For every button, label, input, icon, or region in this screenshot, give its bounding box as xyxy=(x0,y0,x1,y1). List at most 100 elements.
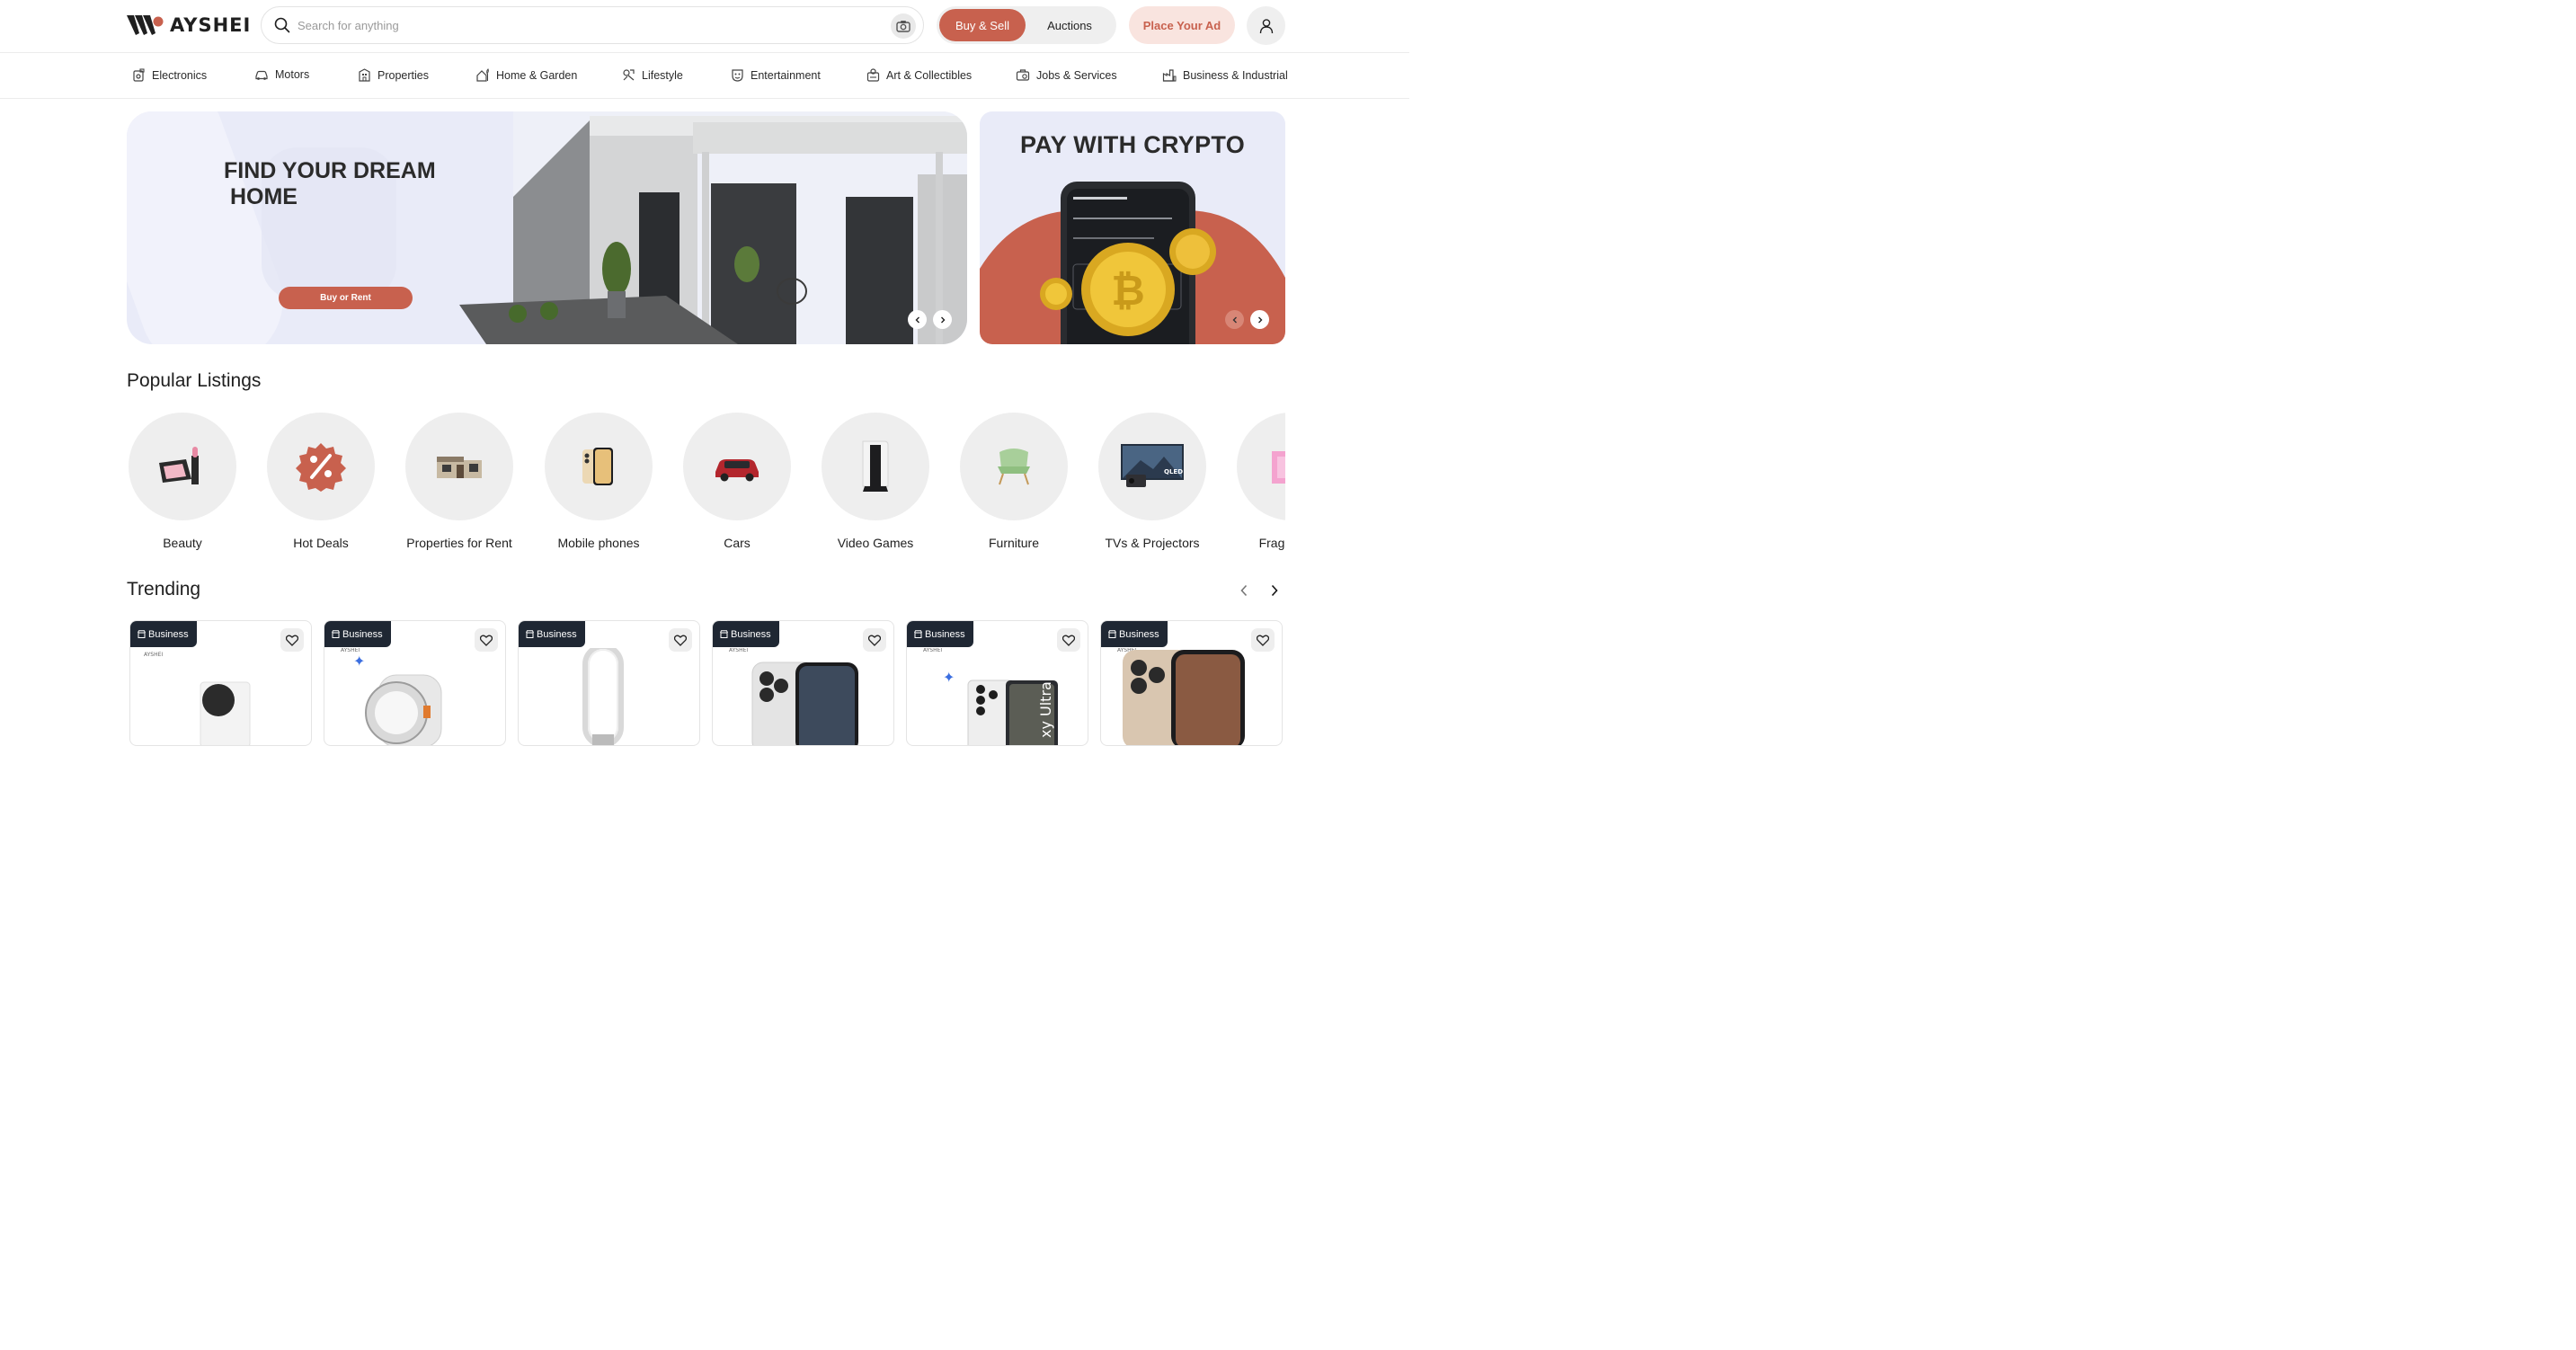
svg-text:QLED: QLED xyxy=(1164,468,1183,475)
trending-title: Trending xyxy=(127,579,201,600)
trending-card[interactable]: AYSHEI Business xyxy=(129,620,312,746)
art-icon xyxy=(866,68,880,82)
listing-image xyxy=(822,413,929,520)
heart-icon xyxy=(1257,635,1269,646)
business-icon xyxy=(1162,69,1177,82)
listing-beauty[interactable]: Beauty xyxy=(127,413,238,550)
heart-icon xyxy=(868,635,881,646)
profile-button[interactable] xyxy=(1247,6,1285,45)
hero-next-button[interactable] xyxy=(933,310,952,329)
badge-label: Business xyxy=(925,628,965,640)
chevron-left-icon xyxy=(1232,316,1237,323)
listing-label: Video Games xyxy=(837,536,914,550)
buy-or-rent-button[interactable]: Buy or Rent xyxy=(279,287,413,309)
favorite-button[interactable] xyxy=(475,628,498,652)
crypto-prev-button[interactable] xyxy=(1225,310,1244,329)
listing-image xyxy=(545,413,653,520)
user-icon xyxy=(1259,18,1273,33)
phone-icon xyxy=(582,448,613,485)
trending-next-button[interactable] xyxy=(1266,582,1284,600)
category-entertainment[interactable]: Entertainment xyxy=(731,68,821,82)
listing-image xyxy=(1237,413,1285,520)
badge-label: Business xyxy=(342,628,383,640)
business-badge: Business xyxy=(907,621,973,647)
trending-card[interactable]: AYSHEI ✦ xy Ultra Business xyxy=(906,620,1088,746)
chevron-left-icon xyxy=(1240,584,1248,597)
category-jobs-services[interactable]: Jobs & Services xyxy=(1016,68,1117,82)
favorite-button[interactable] xyxy=(280,628,304,652)
listing-fragrances[interactable]: Fragrances xyxy=(1235,413,1285,550)
crypto-next-button[interactable] xyxy=(1250,310,1269,329)
category-art-collectibles[interactable]: Art & Collectibles xyxy=(866,68,972,82)
listing-cars[interactable]: Cars xyxy=(681,413,793,550)
category-home-garden[interactable]: Home & Garden xyxy=(476,68,577,82)
category-properties[interactable]: Properties xyxy=(358,68,429,82)
search-input[interactable] xyxy=(298,18,923,32)
heart-icon xyxy=(1062,635,1075,646)
listing-hot-deals[interactable]: Hot Deals xyxy=(265,413,377,550)
business-badge: Business xyxy=(519,621,585,647)
trending-card[interactable]: Business xyxy=(518,620,700,746)
store-icon xyxy=(914,630,922,638)
console-icon xyxy=(862,440,889,492)
listing-image xyxy=(683,413,791,520)
product-image: AYSHEI xyxy=(1117,648,1245,745)
favorite-button[interactable] xyxy=(863,628,886,652)
category-motors[interactable]: Motors xyxy=(254,68,309,81)
listing-image xyxy=(129,413,236,520)
svg-text:AYSHEI: AYSHEI xyxy=(923,648,942,653)
camera-icon xyxy=(896,21,910,32)
store-icon xyxy=(332,630,340,638)
category-label: Business & Industrial xyxy=(1183,68,1288,82)
place-ad-button[interactable]: Place Your Ad xyxy=(1129,6,1235,44)
trending-card[interactable]: AYSHEI Business xyxy=(1100,620,1283,746)
category-label: Properties xyxy=(378,68,429,82)
product-image: AYSHEI ✦ xyxy=(341,648,442,745)
image-search-button[interactable] xyxy=(891,13,916,39)
chevron-right-icon xyxy=(940,316,945,323)
badge-label: Business xyxy=(148,628,189,640)
category-business-industrial[interactable]: Business & Industrial xyxy=(1162,68,1288,82)
listing-properties-for-rent[interactable]: Properties for Rent xyxy=(404,413,515,550)
listing-mobile-phones[interactable]: Mobile phones xyxy=(543,413,654,550)
hero-prev-button[interactable] xyxy=(908,310,927,329)
hero-banner[interactable]: FIND YOUR DREAM HOME Buy or Rent xyxy=(127,111,967,344)
category-label: Art & Collectibles xyxy=(886,68,973,82)
category-label: Home & Garden xyxy=(496,68,578,82)
auctions-tab[interactable]: Auctions xyxy=(1026,9,1114,41)
favorite-button[interactable] xyxy=(1057,628,1080,652)
hero-title: FIND YOUR DREAM HOME xyxy=(224,158,436,209)
store-icon xyxy=(138,630,146,638)
category-label: Jobs & Services xyxy=(1036,68,1117,82)
category-label: Entertainment xyxy=(751,68,821,82)
buy-sell-tab[interactable]: Buy & Sell xyxy=(939,9,1026,41)
store-icon xyxy=(1108,630,1116,638)
listing-tvs-projectors[interactable]: QLED TVs & Projectors xyxy=(1097,413,1208,550)
category-label: Electronics xyxy=(152,68,208,82)
trending-prev-button[interactable] xyxy=(1235,582,1253,600)
listing-label: Beauty xyxy=(163,536,202,550)
product-image: AYSHEI ✦ xy Ultra xyxy=(923,648,1058,745)
category-electronics[interactable]: Electronics xyxy=(132,68,207,82)
business-badge: Business xyxy=(130,621,197,647)
badge-label: Business xyxy=(1119,628,1159,640)
search-icon xyxy=(274,17,290,33)
trending-card[interactable]: AYSHEI ✦ Business xyxy=(324,620,506,746)
search-bar[interactable] xyxy=(261,6,924,44)
listing-label: Hot Deals xyxy=(293,536,349,550)
listing-furniture[interactable]: Furniture xyxy=(958,413,1070,550)
chevron-left-icon xyxy=(915,316,919,323)
badge-label: Business xyxy=(537,628,577,640)
category-lifestyle[interactable]: Lifestyle xyxy=(622,68,683,82)
crypto-banner[interactable]: ₿ PAY WITH CRYPTO xyxy=(980,111,1285,344)
listing-label: Fragrances xyxy=(1258,536,1285,550)
favorite-button[interactable] xyxy=(669,628,692,652)
trending-card[interactable]: AYSHEI Business xyxy=(712,620,894,746)
favorite-button[interactable] xyxy=(1251,628,1275,652)
listing-video-games[interactable]: Video Games xyxy=(820,413,931,550)
popular-listings-row: Beauty Hot Deals Properties for Rent Mob… xyxy=(127,413,1285,556)
svg-text:✦: ✦ xyxy=(353,653,365,670)
car-icon xyxy=(255,70,268,80)
logo[interactable]: AYSHEI xyxy=(127,13,251,38)
heart-icon xyxy=(480,635,493,646)
